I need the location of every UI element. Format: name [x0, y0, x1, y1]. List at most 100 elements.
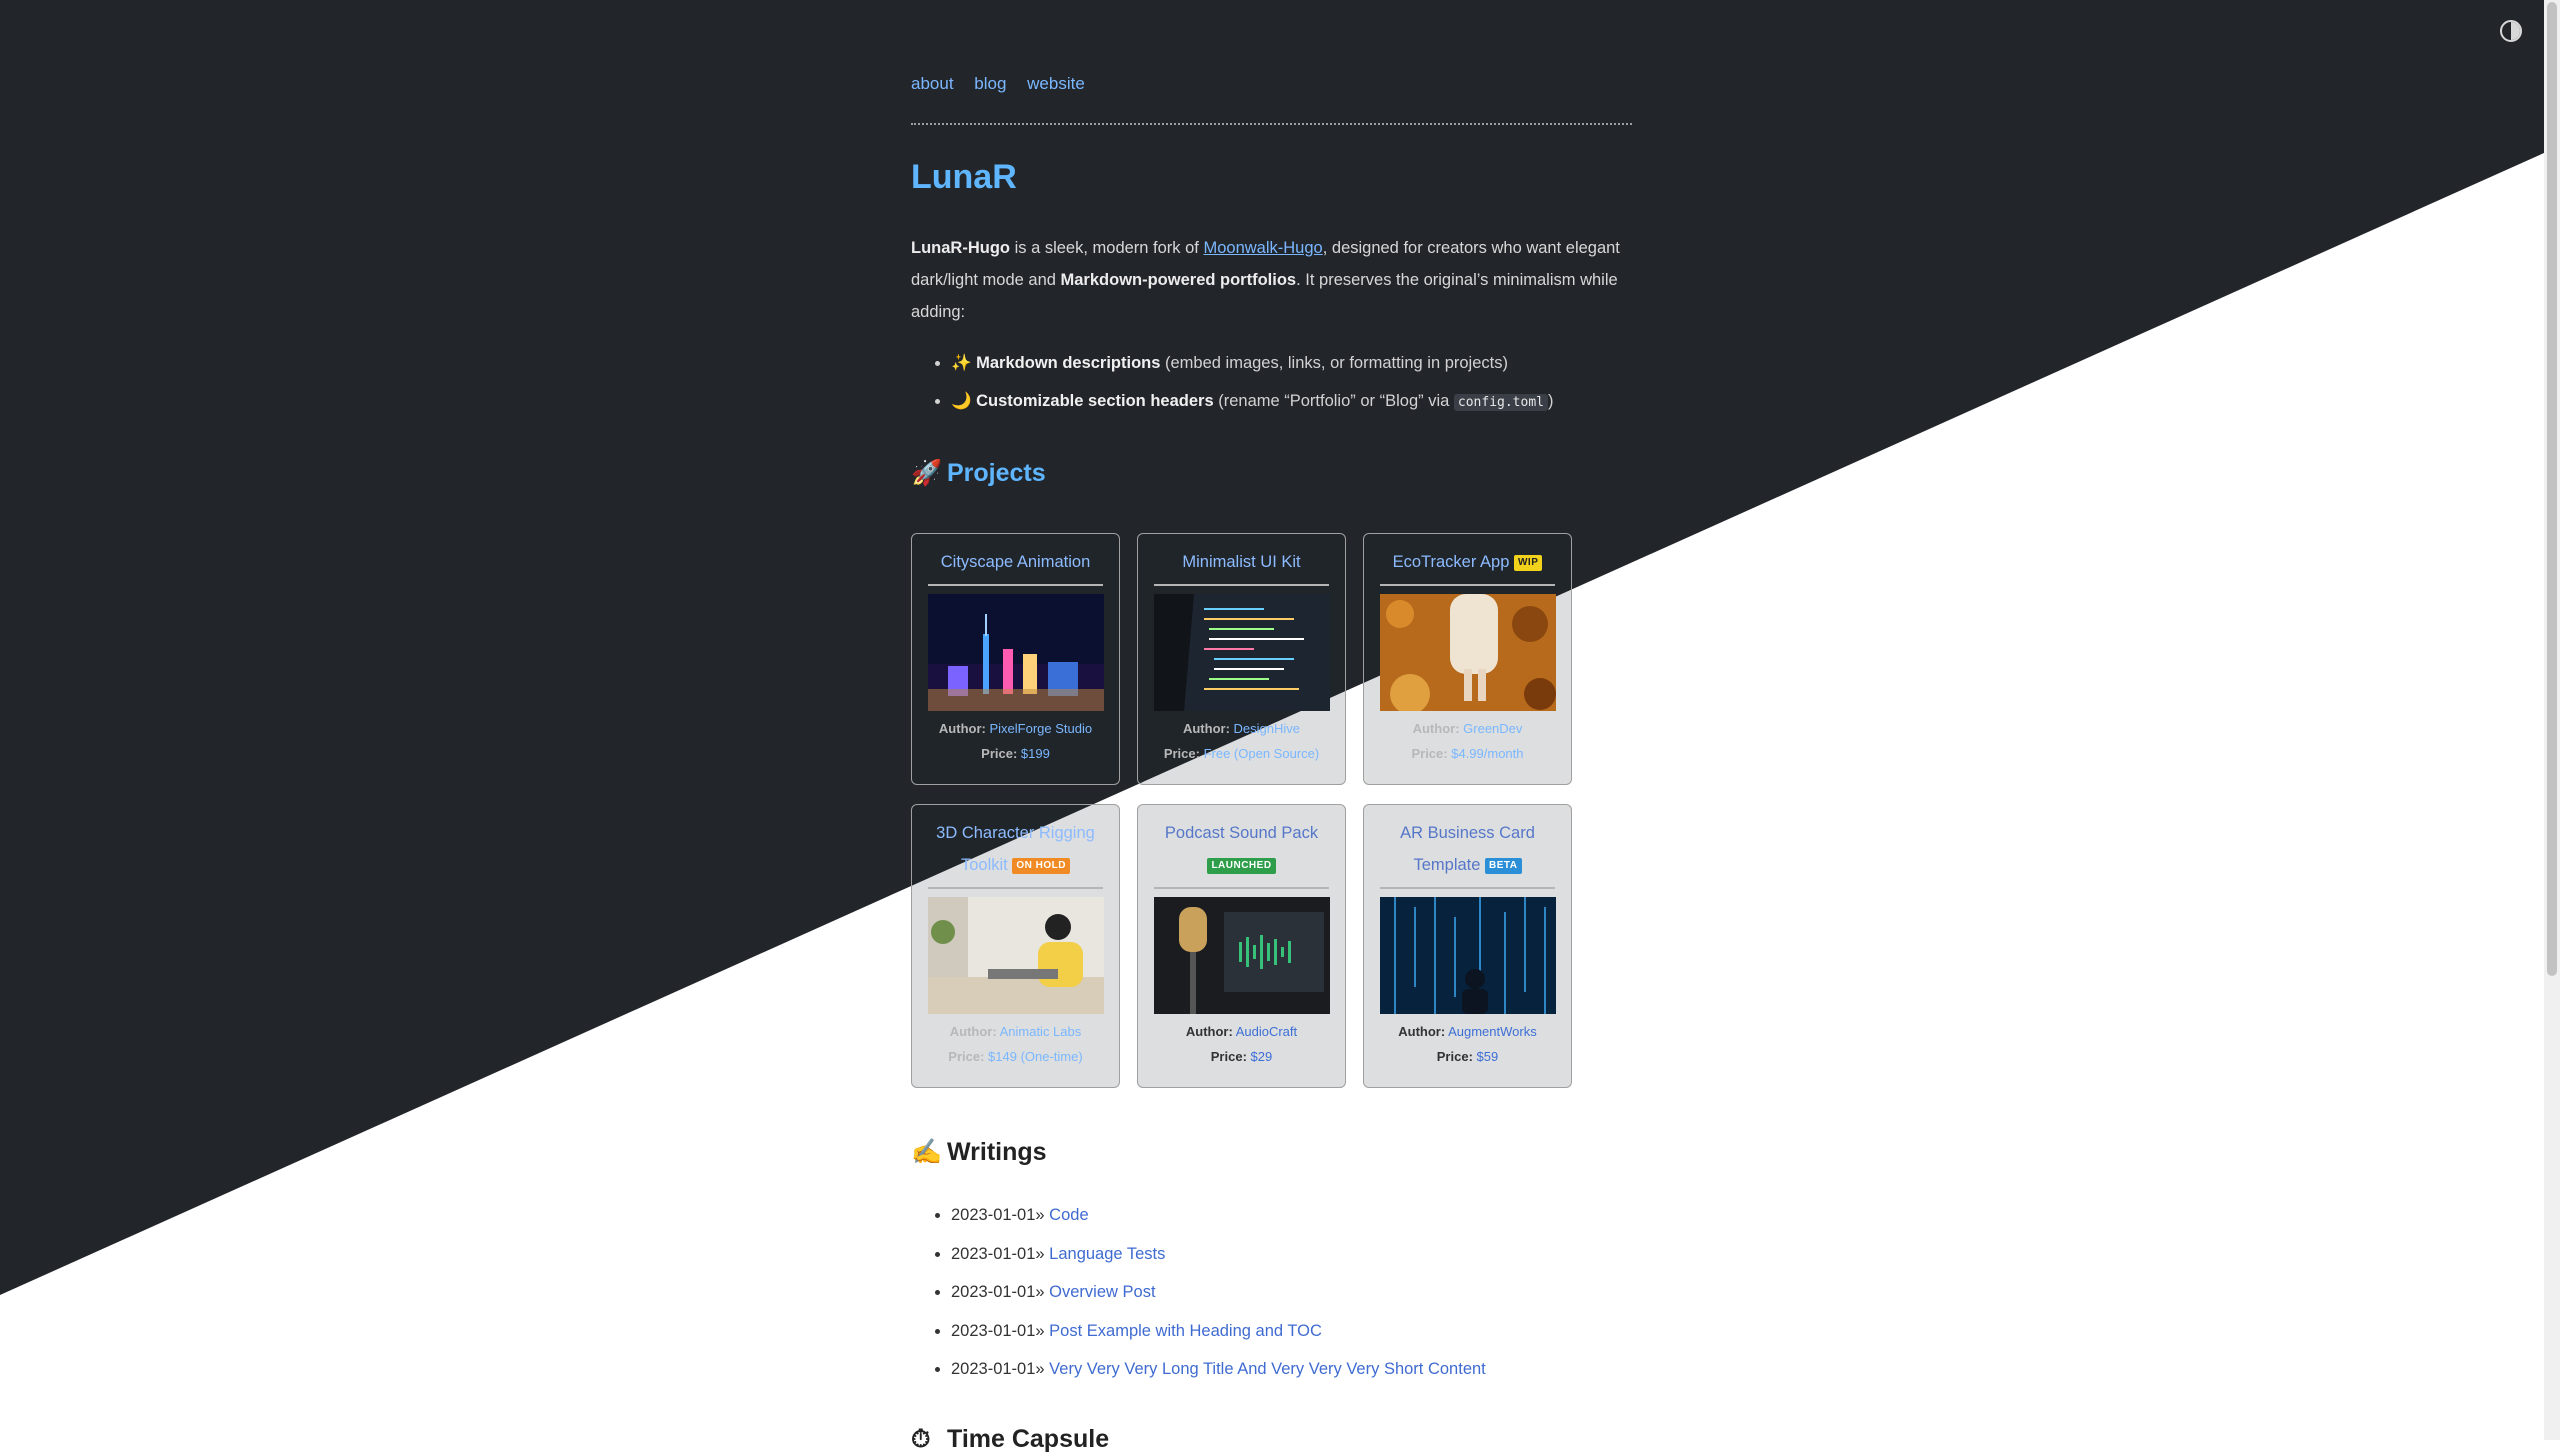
list-item: 2023-01-01» Post Example with Heading an…	[951, 1312, 1486, 1351]
project-price: Free (Open Source)	[1203, 746, 1320, 761]
feature-desc: (embed images, links, or formatting in p…	[1160, 354, 1508, 372]
feature-item: ✨ Markdown descriptions (embed images, l…	[951, 344, 1553, 382]
price-label: Price:	[948, 1049, 985, 1064]
project-thumbnail	[928, 897, 1104, 1014]
project-card[interactable]: Cityscape Animation Author: PixelForge S…	[911, 533, 1120, 785]
feature-list: ✨ Markdown descriptions (embed images, l…	[911, 344, 1553, 422]
price-label: Price:	[1210, 1049, 1247, 1064]
list-item: 2023-01-01» Language Tests	[951, 1235, 1486, 1274]
project-thumbnail	[1154, 594, 1330, 711]
feature-desc: (rename “Portfolio” or “Blog” via	[1213, 392, 1454, 410]
price-label: Price:	[1411, 746, 1448, 761]
status-badge: ON HOLD	[1012, 857, 1070, 874]
project-title-text[interactable]: EcoTracker App	[1393, 553, 1510, 571]
nav-divider	[911, 123, 1632, 125]
post-link[interactable]: Language Tests	[1049, 1245, 1165, 1263]
status-badge: LAUNCHED	[1207, 857, 1276, 874]
project-thumbnail	[1380, 594, 1556, 711]
brand-name: LunaR-Hugo	[911, 239, 1010, 257]
project-author[interactable]: AudioCraft	[1236, 1024, 1297, 1039]
writing-hand-icon: ✍️	[911, 1138, 943, 1166]
intro-paragraph: LunaR-Hugo is a sleek, modern fork of Mo…	[911, 232, 1632, 328]
project-author[interactable]: AugmentWorks	[1448, 1024, 1537, 1039]
time-capsule-heading-text: Time Capsule	[947, 1425, 1110, 1453]
nav-about[interactable]: about	[911, 74, 954, 93]
author-label: Author:	[938, 721, 986, 736]
status-badge: BETA	[1485, 857, 1522, 874]
project-card[interactable]: Minimalist UI Kit Author: DesignHive Pri…	[1137, 533, 1346, 785]
config-code: config.toml	[1453, 394, 1548, 411]
feature-title: Markdown descriptions	[976, 354, 1161, 372]
feature-title: Customizable section headers	[976, 392, 1214, 410]
writings-heading: ✍️ Writings	[911, 1138, 1047, 1167]
post-date: 2023-01-01»	[951, 1321, 1045, 1340]
site-title: LunaR	[911, 158, 1017, 196]
project-price: $29	[1250, 1049, 1273, 1064]
intro-bold-2: Markdown-powered portfolios	[1060, 271, 1297, 289]
project-meta: Author: GreenDev Price: $4.99/month	[1380, 711, 1555, 766]
post-date: 2023-01-01»	[951, 1244, 1045, 1263]
author-label: Author:	[1398, 1024, 1446, 1039]
project-title[interactable]: Minimalist UI Kit	[1154, 546, 1329, 586]
project-thumbnail	[928, 594, 1104, 711]
project-meta: Author: AudioCraft Price: $29	[1154, 1014, 1329, 1069]
project-meta: Author: PixelForge Studio Price: $199	[928, 711, 1103, 766]
project-meta: Author: DesignHive Price: Free (Open Sou…	[1154, 711, 1329, 766]
post-link[interactable]: Post Example with Heading and TOC	[1049, 1322, 1322, 1340]
project-price: $59	[1476, 1049, 1499, 1064]
project-author[interactable]: GreenDev	[1463, 721, 1522, 736]
project-card[interactable]: EcoTracker App WIP Author: GreenDev Pric…	[1363, 533, 1572, 785]
post-link[interactable]: Code	[1049, 1206, 1088, 1224]
project-meta: Author: AugmentWorks Price: $59	[1380, 1014, 1555, 1069]
price-label: Price:	[1436, 1049, 1473, 1064]
post-date: 2023-01-01»	[951, 1283, 1045, 1301]
intro-text-1: is a sleek, modern fork of	[1009, 239, 1204, 257]
status-badge: WIP	[1513, 554, 1543, 571]
price-label: Price:	[981, 746, 1018, 761]
project-price: $149 (One-time)	[988, 1049, 1083, 1064]
post-link[interactable]: Very Very Very Long Title And Very Very …	[1049, 1360, 1486, 1378]
list-item: 2023-01-01» Very Very Very Long Title An…	[951, 1350, 1486, 1389]
moon-icon: 🌙	[951, 392, 972, 410]
project-price: $4.99/month	[1451, 746, 1524, 761]
moonwalk-link[interactable]: Moonwalk-Hugo	[1203, 239, 1322, 257]
author-label: Author:	[1412, 721, 1460, 736]
project-title[interactable]: EcoTracker App WIP	[1380, 546, 1555, 586]
project-author[interactable]: Animatic Labs	[1000, 1024, 1082, 1039]
project-card[interactable]: 3D Character Rigging Toolkit ON HOLD Aut…	[911, 804, 1120, 1088]
post-date: 2023-01-01»	[951, 1360, 1045, 1378]
project-title-text[interactable]: Podcast Sound Pack	[1165, 824, 1318, 842]
project-price: $199	[1020, 746, 1050, 761]
project-title[interactable]: Podcast Sound Pack LAUNCHED	[1154, 817, 1329, 889]
project-card[interactable]: AR Business Card Template BETA Author: A…	[1363, 804, 1572, 1088]
top-nav: about blog website	[911, 74, 1101, 94]
projects-heading: 🚀 Projects	[911, 459, 1046, 488]
project-title[interactable]: AR Business Card Template BETA	[1380, 817, 1555, 889]
post-date: 2023-01-01»	[951, 1206, 1045, 1224]
sparkles-icon: ✨	[951, 354, 972, 372]
project-card[interactable]: Podcast Sound Pack LAUNCHED Author: Audio…	[1137, 804, 1346, 1088]
feature-item: 🌙 Customizable section headers (rename “…	[951, 382, 1553, 422]
writings-list: 2023-01-01» Code 2023-01-01» Language Te…	[911, 1196, 1486, 1389]
writings-heading-text: Writings	[947, 1138, 1047, 1166]
post-link[interactable]: Overview Post	[1049, 1283, 1155, 1301]
theme-toggle-icon[interactable]	[2500, 20, 2522, 42]
list-item: 2023-01-01» Overview Post	[951, 1273, 1486, 1312]
project-meta: Author: Animatic Labs Price: $149 (One-t…	[928, 1014, 1103, 1069]
nav-website[interactable]: website	[1027, 74, 1085, 93]
author-label: Author:	[1185, 1024, 1233, 1039]
project-author[interactable]: PixelForge Studio	[989, 721, 1092, 736]
project-title[interactable]: Cityscape Animation	[928, 546, 1103, 586]
project-title[interactable]: 3D Character Rigging Toolkit ON HOLD	[928, 817, 1103, 889]
nav-blog[interactable]: blog	[974, 74, 1006, 93]
project-thumbnail	[1154, 897, 1330, 1014]
project-thumbnail	[1380, 897, 1556, 1014]
rocket-icon: 🚀	[911, 459, 943, 487]
project-author[interactable]: DesignHive	[1234, 721, 1300, 736]
feature-tail: )	[1547, 392, 1554, 410]
author-label: Author:	[949, 1024, 997, 1039]
author-label: Author:	[1182, 721, 1230, 736]
projects-heading-text: Projects	[947, 459, 1046, 487]
price-label: Price:	[1163, 746, 1200, 761]
scrollbar-thumb[interactable]	[2547, 2, 2557, 976]
